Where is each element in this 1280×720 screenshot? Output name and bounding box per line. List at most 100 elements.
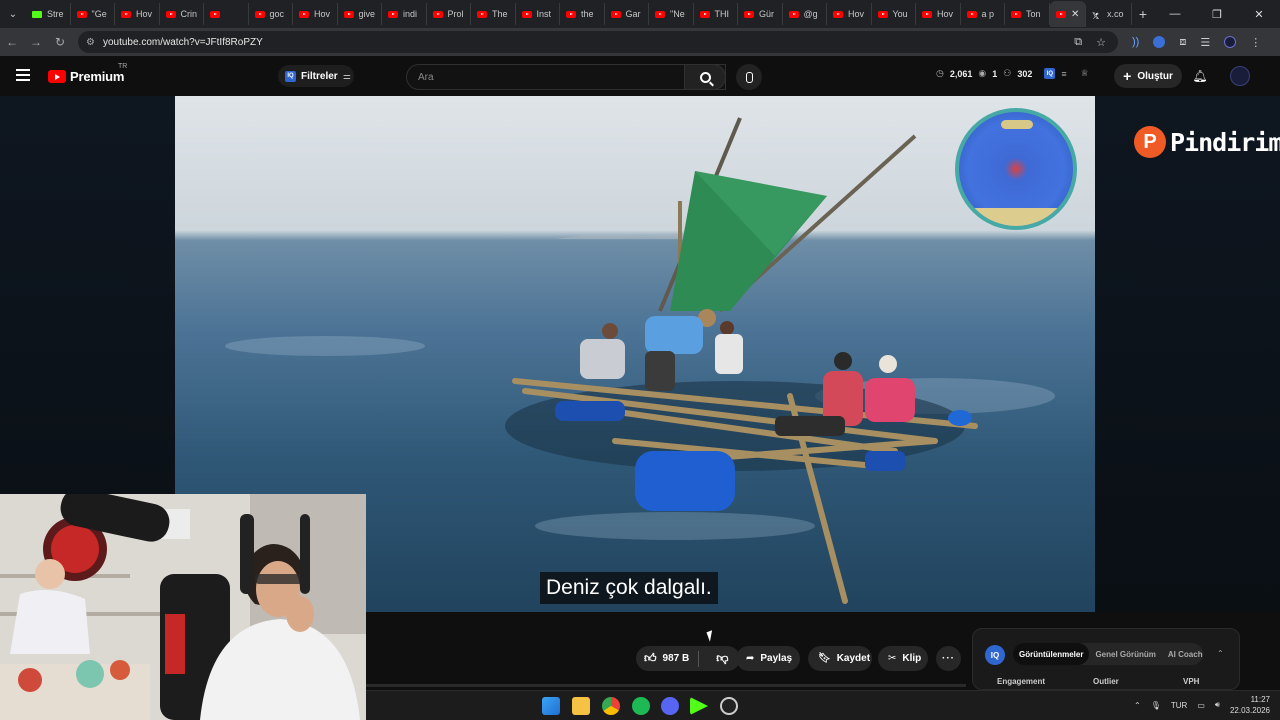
reading-list-icon[interactable]: ☰ [1200,36,1210,49]
clock[interactable]: 11:27 22.03.2026 [1230,694,1270,716]
tab-active[interactable]: ✕ [1050,1,1086,27]
avatar[interactable] [1230,66,1250,86]
browser-tab[interactable]: give [338,3,382,25]
browser-tab[interactable]: Hov [115,3,160,25]
microphone-tray-icon[interactable]: 🎙︎ [1151,701,1161,710]
browser-tab[interactable]: a p [961,3,1005,25]
youtube-premium-logo[interactable]: Premium TR [48,63,127,84]
clip-button[interactable]: ✂ Klip [878,646,928,671]
browser-tab[interactable]: Ton [1005,3,1050,25]
browser-tab[interactable]: Crin [160,3,204,25]
chrome-menu-icon[interactable]: ⋮ [1250,36,1261,49]
create-button[interactable]: + Oluştur [1114,64,1182,88]
youtube-icon [877,10,888,18]
browser-tab[interactable]: You [872,3,916,25]
browser-tab[interactable]: The [471,3,516,25]
youtube-icon [254,10,265,18]
reload-icon[interactable]: ↻ [48,35,72,49]
address-bar[interactable]: ⚙ youtube.com/watch?v=JFtIf8RoPZY ⧉ ☆ [78,31,1118,53]
youtube-icon [833,10,843,18]
save-button[interactable]: 🔖︎ Kaydet [808,646,872,671]
browser-tab[interactable]: Prol [427,3,471,25]
minimize-icon[interactable]: — [1154,8,1196,21]
bookmark-star-icon[interactable]: ☆ [1096,36,1106,49]
tab-x[interactable]: 𝕏 x.co [1086,3,1132,25]
back-icon[interactable]: ← [0,35,24,49]
file-explorer-icon[interactable] [572,697,590,715]
browser-tab[interactable]: goc [249,3,293,25]
share-button[interactable]: ➦ Paylaş [736,646,800,671]
tab-list: Stre "Ge Hov Crin goc Hov give indi Prol The Inst t… [26,0,1050,28]
browser-tab[interactable]: Hov [293,3,338,25]
browser-tab[interactable]: @g [783,3,827,25]
tab-search-dropdown-icon[interactable]: ⌄ [0,0,26,28]
windows-start-icon[interactable] [542,697,560,715]
tab-overview[interactable]: Genel Görünüm [1089,643,1161,665]
tab-label: a p [981,9,995,19]
vidiq-extension-icon[interactable] [1153,36,1166,48]
site-info-icon[interactable]: ⚙ [86,37,95,48]
youtube-play-icon [48,70,66,83]
forward-icon[interactable]: → [24,35,48,49]
badge-shore [969,208,1069,226]
voice-search-icon[interactable] [736,64,762,90]
extension-icon[interactable]: )) [1132,36,1139,48]
restore-icon[interactable]: ❐ [1196,8,1238,21]
browser-tab[interactable]: Stre [26,3,71,25]
list-icon[interactable]: ≡ [1061,69,1066,79]
search-input[interactable]: Ara [406,64,726,90]
language-indicator[interactable]: TUR [1171,701,1187,710]
network-icon[interactable]: ▭ [1197,701,1205,710]
browser-tab[interactable]: Hov [916,3,961,25]
video-subtitle: Deniz çok dalgalı. [540,572,718,604]
tab-label: Inst [536,9,552,19]
browser-tab[interactable]: "Ge [71,3,115,25]
vidiq-filters-button[interactable]: IQ Filtreler ⚌ [278,65,354,87]
kick-app-icon[interactable] [690,697,708,715]
browser-tab[interactable] [204,3,249,25]
browser-toolbar: ← → ↻ ⚙ youtube.com/watch?v=JFtIf8RoPZY … [0,28,1280,56]
brand-name: Premium [70,69,125,84]
tab-ai-coach[interactable]: AI Coach [1162,643,1209,665]
install-app-icon[interactable]: ⧉ [1074,36,1082,49]
obs-icon[interactable] [720,697,738,715]
search-button[interactable] [684,64,726,90]
notifications-bell-icon[interactable]: 🔔︎ [1192,68,1208,84]
thumbs-down-icon: 👎︎ [716,651,729,665]
more-actions-button[interactable]: ··· [936,646,961,671]
badge-island [1001,120,1033,129]
close-window-icon[interactable]: ✕ [1238,8,1280,21]
extensions-puzzle-icon[interactable]: ⧈ [1179,36,1186,49]
tray-chevron-icon[interactable]: ⌃ [1134,701,1141,710]
tab-views[interactable]: Görüntülenmeler [1013,643,1090,665]
browser-tab[interactable]: Gar [605,3,649,25]
vidiq-icon[interactable]: IQ [1044,68,1056,79]
like-button[interactable]: 👍︎ 987 B [636,646,692,671]
browser-tab[interactable]: the [560,3,605,25]
browser-tab[interactable]: indi [382,3,427,25]
new-tab-button[interactable]: + [1132,6,1154,22]
collapse-chevron-icon[interactable]: ⌃ [1217,649,1224,658]
spotify-icon[interactable] [632,697,650,715]
trophy-icon[interactable]: ♕ [1081,68,1089,79]
browser-tab[interactable]: Inst [516,3,560,25]
discord-icon[interactable] [661,697,679,715]
dislike-button[interactable]: 👎︎ [705,646,740,671]
youtube-icon [210,10,220,18]
ambient-right [1095,96,1280,612]
filters-label: Filtreler [301,70,338,82]
menu-hamburger-icon[interactable] [16,69,30,81]
browser-tab[interactable]: Gür [738,3,783,25]
browser-tab[interactable]: "Ne [649,3,694,25]
youtube-icon [566,10,576,18]
volume-icon[interactable]: 🔊︎ [1215,700,1220,710]
youtube-icon [343,10,354,18]
profile-icon[interactable] [1224,36,1237,48]
youtube-icon [388,10,398,18]
browser-tab[interactable]: THI [694,3,738,25]
chrome-icon[interactable] [602,697,620,715]
share-label: Paylaş [760,653,793,664]
create-label: Oluştur [1137,70,1173,82]
browser-tab[interactable]: Hov [827,3,872,25]
tab-close-icon[interactable]: ✕ [1071,9,1079,20]
